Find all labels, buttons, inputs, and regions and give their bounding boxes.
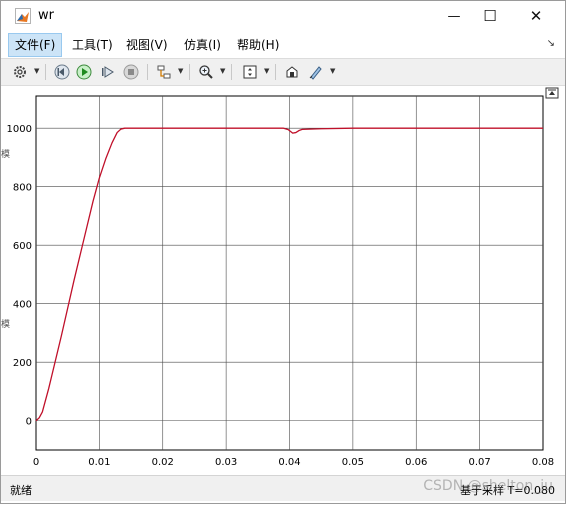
x-tick-label: 0.08 [532, 457, 554, 468]
side-stub: 模 [1, 320, 11, 330]
scope-plot[interactable]: 0 0.01 0.02 0.03 0.04 0.05 0.06 0.07 0.08 0 200 400… [1, 87, 565, 473]
y-tick-label: 800 [13, 183, 32, 194]
menu-tools[interactable]: 工具(T) [66, 33, 119, 57]
fit-axes-icon[interactable] [241, 63, 259, 81]
zoom-dropdown-icon[interactable]: ▼ [220, 67, 226, 75]
gear-icon[interactable] [11, 63, 29, 81]
maximize-icon: ☐ [483, 7, 497, 25]
x-tick-label: 0.07 [468, 457, 490, 468]
highlight-icon[interactable] [283, 63, 301, 81]
toolbar-separator [189, 64, 190, 80]
y-tick-label: 400 [13, 300, 32, 311]
gear-dropdown-icon[interactable]: ▼ [34, 67, 40, 75]
y-tick-label: 0 [26, 417, 32, 428]
run-icon[interactable] [75, 63, 93, 81]
toolbar: ▼ ▼ ▼ ▼ ▼ [1, 58, 565, 86]
x-tick-label: 0.04 [278, 457, 300, 468]
scope-window: wr — ☐ ✕ 文件(F) 工具(T) 视图(V) 仿真(I) 帮助(H) ↘… [0, 0, 566, 504]
plot-area[interactable]: 0 0.01 0.02 0.03 0.04 0.05 0.06 0.07 0.08 0 200 400… [1, 87, 565, 473]
menu-expand-icon[interactable]: ↘ [547, 38, 555, 49]
title-bar[interactable]: wr — ☐ ✕ [1, 1, 565, 31]
x-tick-label: 0 [33, 457, 39, 468]
toolbar-separator [275, 64, 276, 80]
style-dropdown-icon[interactable]: ▼ [330, 67, 336, 75]
window-title: wr [38, 8, 54, 23]
x-tick-label: 0.06 [405, 457, 427, 468]
status-text: 就绪 [10, 484, 32, 497]
style-icon[interactable] [307, 63, 325, 81]
step-forward-icon[interactable] [99, 63, 117, 81]
x-tick-label: 0.05 [342, 457, 364, 468]
menu-view[interactable]: 视图(V) [120, 33, 174, 57]
x-tick-label: 0.01 [88, 457, 110, 468]
side-stub: 模 [1, 150, 11, 160]
matlab-icon [15, 8, 31, 24]
y-tick-label: 1000 [7, 124, 32, 135]
minimize-icon: — [447, 8, 461, 24]
menu-help[interactable]: 帮助(H) [231, 33, 285, 57]
zoom-icon[interactable] [197, 63, 215, 81]
undock-button[interactable] [545, 87, 559, 99]
x-tick-label: 0.02 [152, 457, 174, 468]
toolbar-separator [45, 64, 46, 80]
menu-simulation[interactable]: 仿真(I) [178, 33, 227, 57]
watermark-text: CSDN @shelton_ju [423, 478, 553, 494]
toolbar-separator [147, 64, 148, 80]
close-button[interactable]: ✕ [513, 1, 559, 31]
signal-select-icon[interactable] [155, 63, 173, 81]
menu-bar: 文件(F) 工具(T) 视图(V) 仿真(I) 帮助(H) [1, 32, 565, 58]
step-back-icon[interactable] [53, 63, 71, 81]
toolbar-separator [231, 64, 232, 80]
stop-icon[interactable] [122, 63, 140, 81]
maximize-button[interactable]: ☐ [467, 1, 513, 31]
fit-dropdown-icon[interactable]: ▼ [264, 67, 270, 75]
y-tick-label: 600 [13, 241, 32, 252]
close-icon: ✕ [529, 7, 543, 25]
x-tick-label: 0.03 [215, 457, 237, 468]
menu-file[interactable]: 文件(F) [8, 33, 63, 57]
y-tick-label: 200 [13, 358, 32, 369]
signal-dropdown-icon[interactable]: ▼ [178, 67, 184, 75]
